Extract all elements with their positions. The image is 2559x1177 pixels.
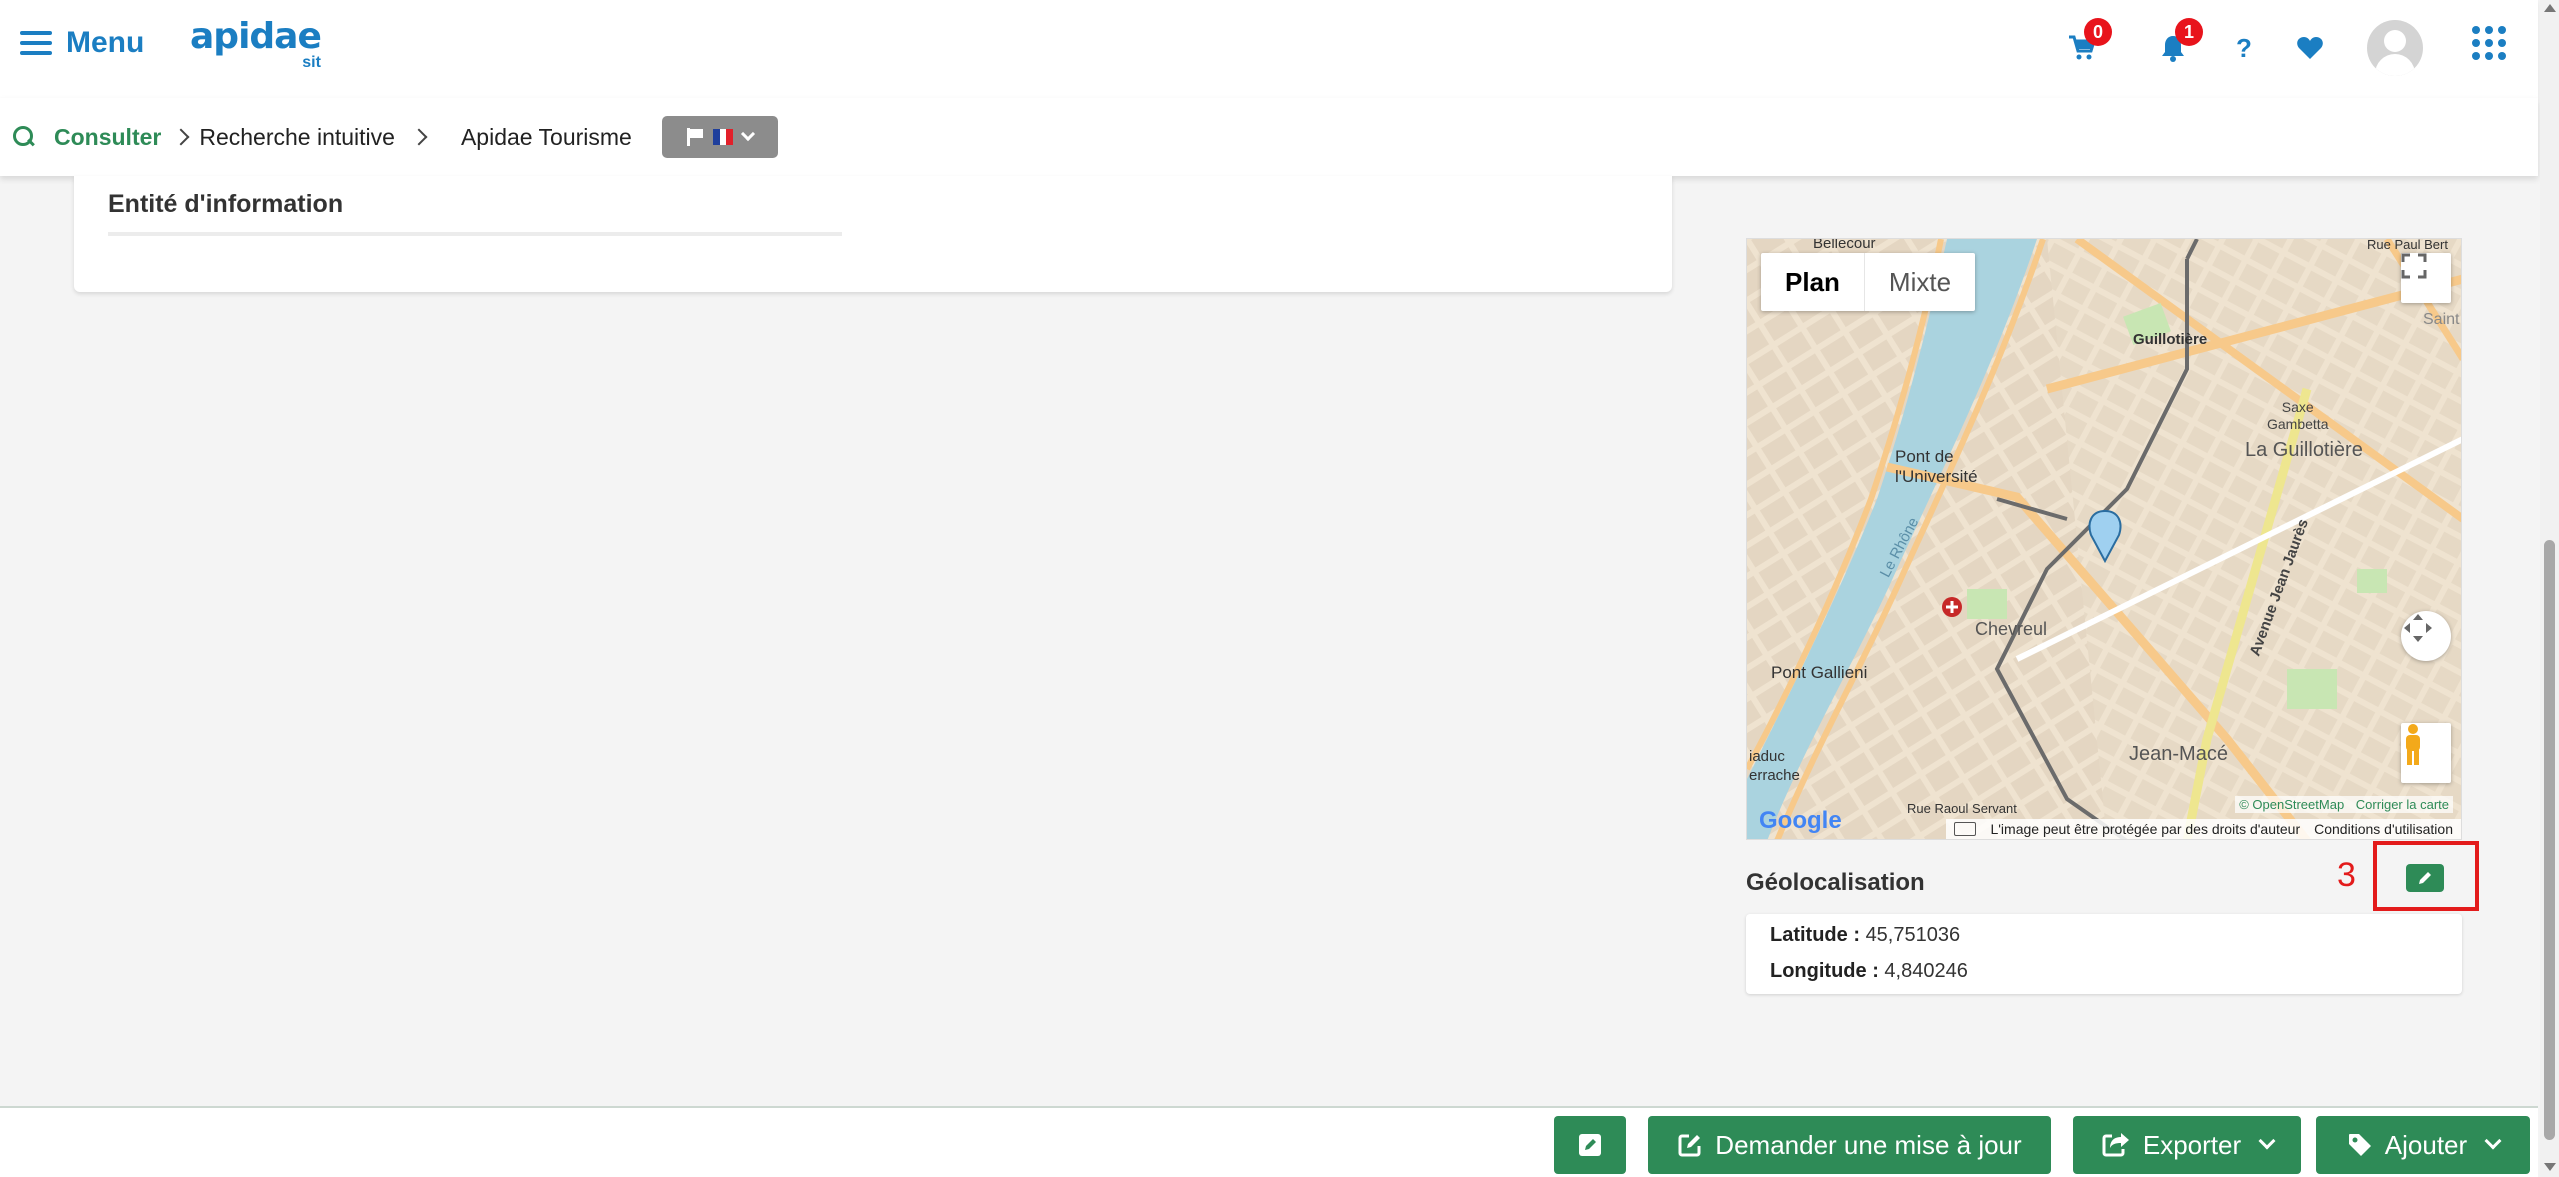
logo-subtext: sit bbox=[302, 54, 321, 71]
help-icon: ? bbox=[2236, 32, 2252, 63]
chevron-right-icon bbox=[172, 128, 190, 146]
map-footer: L'image peut être protégée par des droit… bbox=[1946, 819, 2461, 839]
scrollbar-thumb[interactable] bbox=[2544, 540, 2555, 1140]
apps-grid-icon[interactable] bbox=[2472, 26, 2506, 60]
request-update-button[interactable]: Demander une mise à jour bbox=[1648, 1116, 2051, 1174]
flag-icon bbox=[686, 128, 703, 146]
hamburger-icon bbox=[20, 31, 52, 55]
osm-attribution[interactable]: © OpenStreetMap bbox=[2239, 797, 2344, 812]
chevron-down-icon bbox=[2258, 1132, 2276, 1150]
map-type-plan[interactable]: Plan bbox=[1761, 253, 1864, 311]
map-type-control: Plan Mixte bbox=[1761, 253, 1976, 311]
map-label: Pont de l'Université bbox=[1895, 447, 1978, 486]
map-label: Chevreul bbox=[1975, 619, 2048, 639]
action-bar-divider bbox=[0, 1106, 2538, 1108]
notifications-count-badge: 1 bbox=[2175, 18, 2203, 46]
map-label: Saxe Gambetta bbox=[2267, 399, 2329, 432]
apidae-logo[interactable]: apidae sit bbox=[190, 16, 322, 72]
terms-link[interactable]: Conditions d'utilisation bbox=[2314, 821, 2453, 837]
map-label: Jean-Macé bbox=[2129, 743, 2228, 765]
breadcrumb: Consulter Recherche intuitive Apidae Tou… bbox=[0, 98, 2538, 176]
pencil-icon bbox=[2419, 872, 2431, 884]
map-label: Saint bbox=[2423, 311, 2460, 328]
longitude-value: 4,840246 bbox=[1884, 960, 1968, 982]
google-logo[interactable]: Google bbox=[1759, 807, 1842, 835]
tag-icon bbox=[2348, 1134, 2371, 1156]
menu-label: Menu bbox=[66, 26, 145, 59]
map-label: La Guillotière bbox=[2245, 439, 2363, 461]
map-label: Pont Gallieni bbox=[1771, 663, 1868, 682]
edit-square-icon bbox=[1678, 1134, 1701, 1157]
add-label: Ajouter bbox=[2384, 1129, 2468, 1160]
language-selector[interactable] bbox=[661, 116, 778, 158]
annotation-number: 3 bbox=[2337, 856, 2356, 894]
french-flag-icon bbox=[712, 129, 733, 145]
geolocation-title: Géolocalisation bbox=[1746, 869, 1925, 896]
breadcrumb-consulter[interactable]: Consulter bbox=[54, 124, 161, 151]
add-button[interactable]: Ajouter bbox=[2316, 1116, 2530, 1174]
heart-icon bbox=[2297, 37, 2323, 59]
scroll-up-arrow[interactable] bbox=[2544, 4, 2556, 12]
latitude-row: Latitude : 45,751036 bbox=[1770, 924, 1960, 947]
menu-button[interactable]: Menu bbox=[20, 26, 144, 60]
street-view-button[interactable] bbox=[2401, 723, 2451, 783]
cart-button[interactable]: 0 bbox=[2062, 18, 2112, 68]
map-view[interactable]: Bellecour Guillotière La Guillotière Sax… bbox=[1746, 238, 2462, 840]
map-label: Rue Paul Bert bbox=[2367, 238, 2448, 252]
fullscreen-icon bbox=[2401, 253, 2427, 279]
chevron-down-icon bbox=[2484, 1132, 2502, 1150]
request-update-label: Demander une mise à jour bbox=[1715, 1129, 2022, 1160]
share-export-icon bbox=[2102, 1133, 2129, 1157]
cart-count-badge: 0 bbox=[2084, 18, 2112, 46]
pegman-icon bbox=[2406, 724, 2420, 765]
favorites-button[interactable] bbox=[2290, 28, 2330, 68]
user-avatar[interactable] bbox=[2367, 20, 2423, 76]
latitude-value: 45,751036 bbox=[1865, 924, 1961, 946]
chevron-right-icon bbox=[410, 128, 428, 146]
edit-geolocation-button[interactable] bbox=[2406, 864, 2444, 892]
breadcrumb-recherche-intuitive[interactable]: Recherche intuitive bbox=[199, 124, 395, 151]
top-header: Menu apidae sit 0 1 ? bbox=[0, 0, 2538, 98]
export-button[interactable]: Exporter bbox=[2073, 1116, 2301, 1174]
geolocation-values: Latitude : 45,751036 Longitude : 4,84024… bbox=[1746, 914, 2462, 994]
map-label: Bellecour bbox=[1813, 238, 1876, 252]
map-label: Rue Raoul Servant bbox=[1907, 801, 2017, 816]
map-type-mixte[interactable]: Mixte bbox=[1863, 253, 1975, 311]
edit-button[interactable] bbox=[1554, 1116, 1626, 1174]
edit-square-icon bbox=[1579, 1134, 1601, 1156]
chevron-down-icon bbox=[740, 126, 755, 142]
fullscreen-button[interactable] bbox=[2401, 253, 2451, 303]
keyboard-icon[interactable] bbox=[1954, 822, 1977, 836]
latitude-label: Latitude : bbox=[1770, 924, 1860, 946]
card-title: Entité d'information bbox=[108, 190, 344, 218]
scroll-down-arrow[interactable] bbox=[2544, 1163, 2556, 1171]
divider bbox=[108, 232, 842, 236]
notifications-button[interactable]: 1 bbox=[2153, 18, 2203, 68]
export-label: Exporter bbox=[2142, 1129, 2242, 1160]
search-icon bbox=[12, 125, 36, 149]
correct-map-link[interactable]: Corriger la carte bbox=[2356, 797, 2449, 812]
logo-text: apidae bbox=[190, 16, 322, 57]
help-button[interactable]: ? bbox=[2224, 28, 2264, 68]
longitude-label: Longitude : bbox=[1770, 960, 1879, 982]
copyright-notice: L'image peut être protégée par des droit… bbox=[1990, 821, 2301, 837]
information-entity-card: Entité d'information bbox=[74, 176, 1672, 292]
google-logo-text: Google bbox=[1759, 807, 1842, 834]
map-attribution: © OpenStreetMap Corriger la carte bbox=[2235, 796, 2453, 813]
move-arrows-icon bbox=[2404, 614, 2432, 642]
map-canvas bbox=[1747, 239, 2461, 839]
longitude-row: Longitude : 4,840246 bbox=[1770, 960, 1968, 983]
map-label: Guillotière bbox=[2133, 331, 2208, 348]
breadcrumb-apidae-tourisme: Apidae Tourisme bbox=[460, 123, 632, 150]
map-pan-control[interactable] bbox=[2401, 611, 2451, 661]
map-label: iaduc errache bbox=[1749, 748, 1800, 784]
